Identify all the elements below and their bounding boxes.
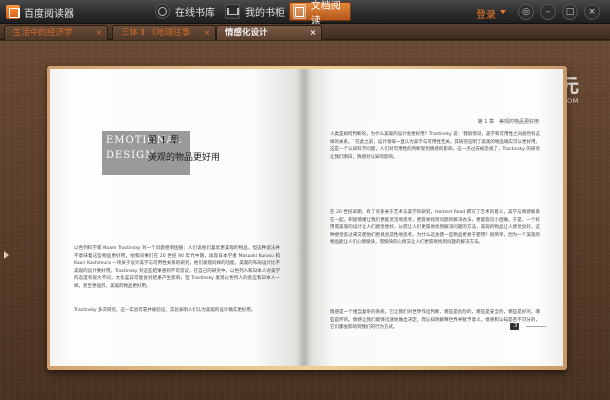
login-dropdown-icon[interactable] [500, 10, 506, 14]
app-title: 百度阅读器 [24, 9, 74, 20]
globe-icon [155, 4, 170, 19]
document-icon [293, 4, 306, 19]
chapter-title: 美观的物品更好用 [148, 153, 221, 163]
chapter-number: 第 1 章 [148, 135, 180, 146]
document-tab-strip: 生活中的经济学 × 三体 Ⅱ 《地球往事 × 情感化设计 × [0, 24, 610, 40]
left-page[interactable]: EMOTIONAL DESIGN 第 1 章 美观的物品更好用 以色列科学家 N… [50, 69, 304, 366]
left-paragraph-2: Tractinsky 多次研究，这一实验可靠并被验证，实验表明人们认为美观的设计… [74, 308, 256, 313]
sidebar-toggle-icon[interactable] [4, 251, 9, 259]
close-icon[interactable]: × [309, 29, 317, 37]
app-logo-icon [6, 5, 20, 19]
left-paragraph-1: 以色列科学家 Noam Tractinsky 对一个问题感到困惑：人们说他们喜欢… [74, 246, 280, 289]
doc-tab-label: 生活中的经济学 [13, 28, 73, 38]
bookshelf-icon [225, 4, 240, 19]
skin-button[interactable]: ◎ [518, 4, 534, 20]
page-number: 3 [510, 323, 547, 330]
doc-tab-label: 情感化设计 [225, 28, 268, 38]
right-page[interactable]: 第 1 章 美观的物品更好用 人类是如何判断的，为什么美观的设计会更好用？Tra… [304, 69, 563, 366]
doc-tab[interactable]: 生活中的经济学 × [4, 25, 108, 40]
close-button[interactable]: × [584, 4, 600, 20]
right-paragraph-2: 在 20 世纪早期，有了许多关于艺术与美学的研究，Herbert Read 撰写… [330, 210, 540, 246]
book-spine [296, 69, 312, 366]
title-bar: 百度阅读器 在线书库 我的书柜 文档阅读 登录 ◎ – □ × [0, 0, 610, 27]
nav-online-store-label: 在线书库 [175, 8, 215, 19]
maximize-button[interactable]: □ [562, 4, 578, 20]
login-link[interactable]: 登录 [476, 6, 496, 21]
nav-online-store[interactable]: 在线书库 [152, 2, 221, 21]
nav-doc-reading-label: 文档阅读 [310, 0, 341, 27]
nav-my-shelf-label: 我的书柜 [245, 8, 285, 19]
right-paragraph-1: 人类是如何判断的，为什么美观的设计会更好用？Tractinsky 说：'我很惊讶… [330, 132, 540, 160]
doc-tab-active[interactable]: 情感化设计 × [216, 25, 322, 40]
minimize-button[interactable]: – [540, 4, 556, 20]
running-head: 第 1 章 美观的物品更好用 [477, 119, 539, 125]
close-icon[interactable]: × [95, 29, 103, 37]
close-icon[interactable]: × [203, 29, 211, 37]
doc-tab[interactable]: 三体 Ⅱ 《地球往事 × [112, 25, 216, 40]
right-paragraph-3: 情感是一个相当复杂的系统，它让我们对世界作出判断，哪些是危险的，哪些是安全的，哪… [330, 310, 540, 331]
nav-doc-reading[interactable]: 文档阅读 [289, 1, 351, 27]
doc-tab-label: 三体 Ⅱ 《地球往事 [121, 28, 191, 38]
nav-my-shelf[interactable]: 我的书柜 [222, 2, 291, 21]
